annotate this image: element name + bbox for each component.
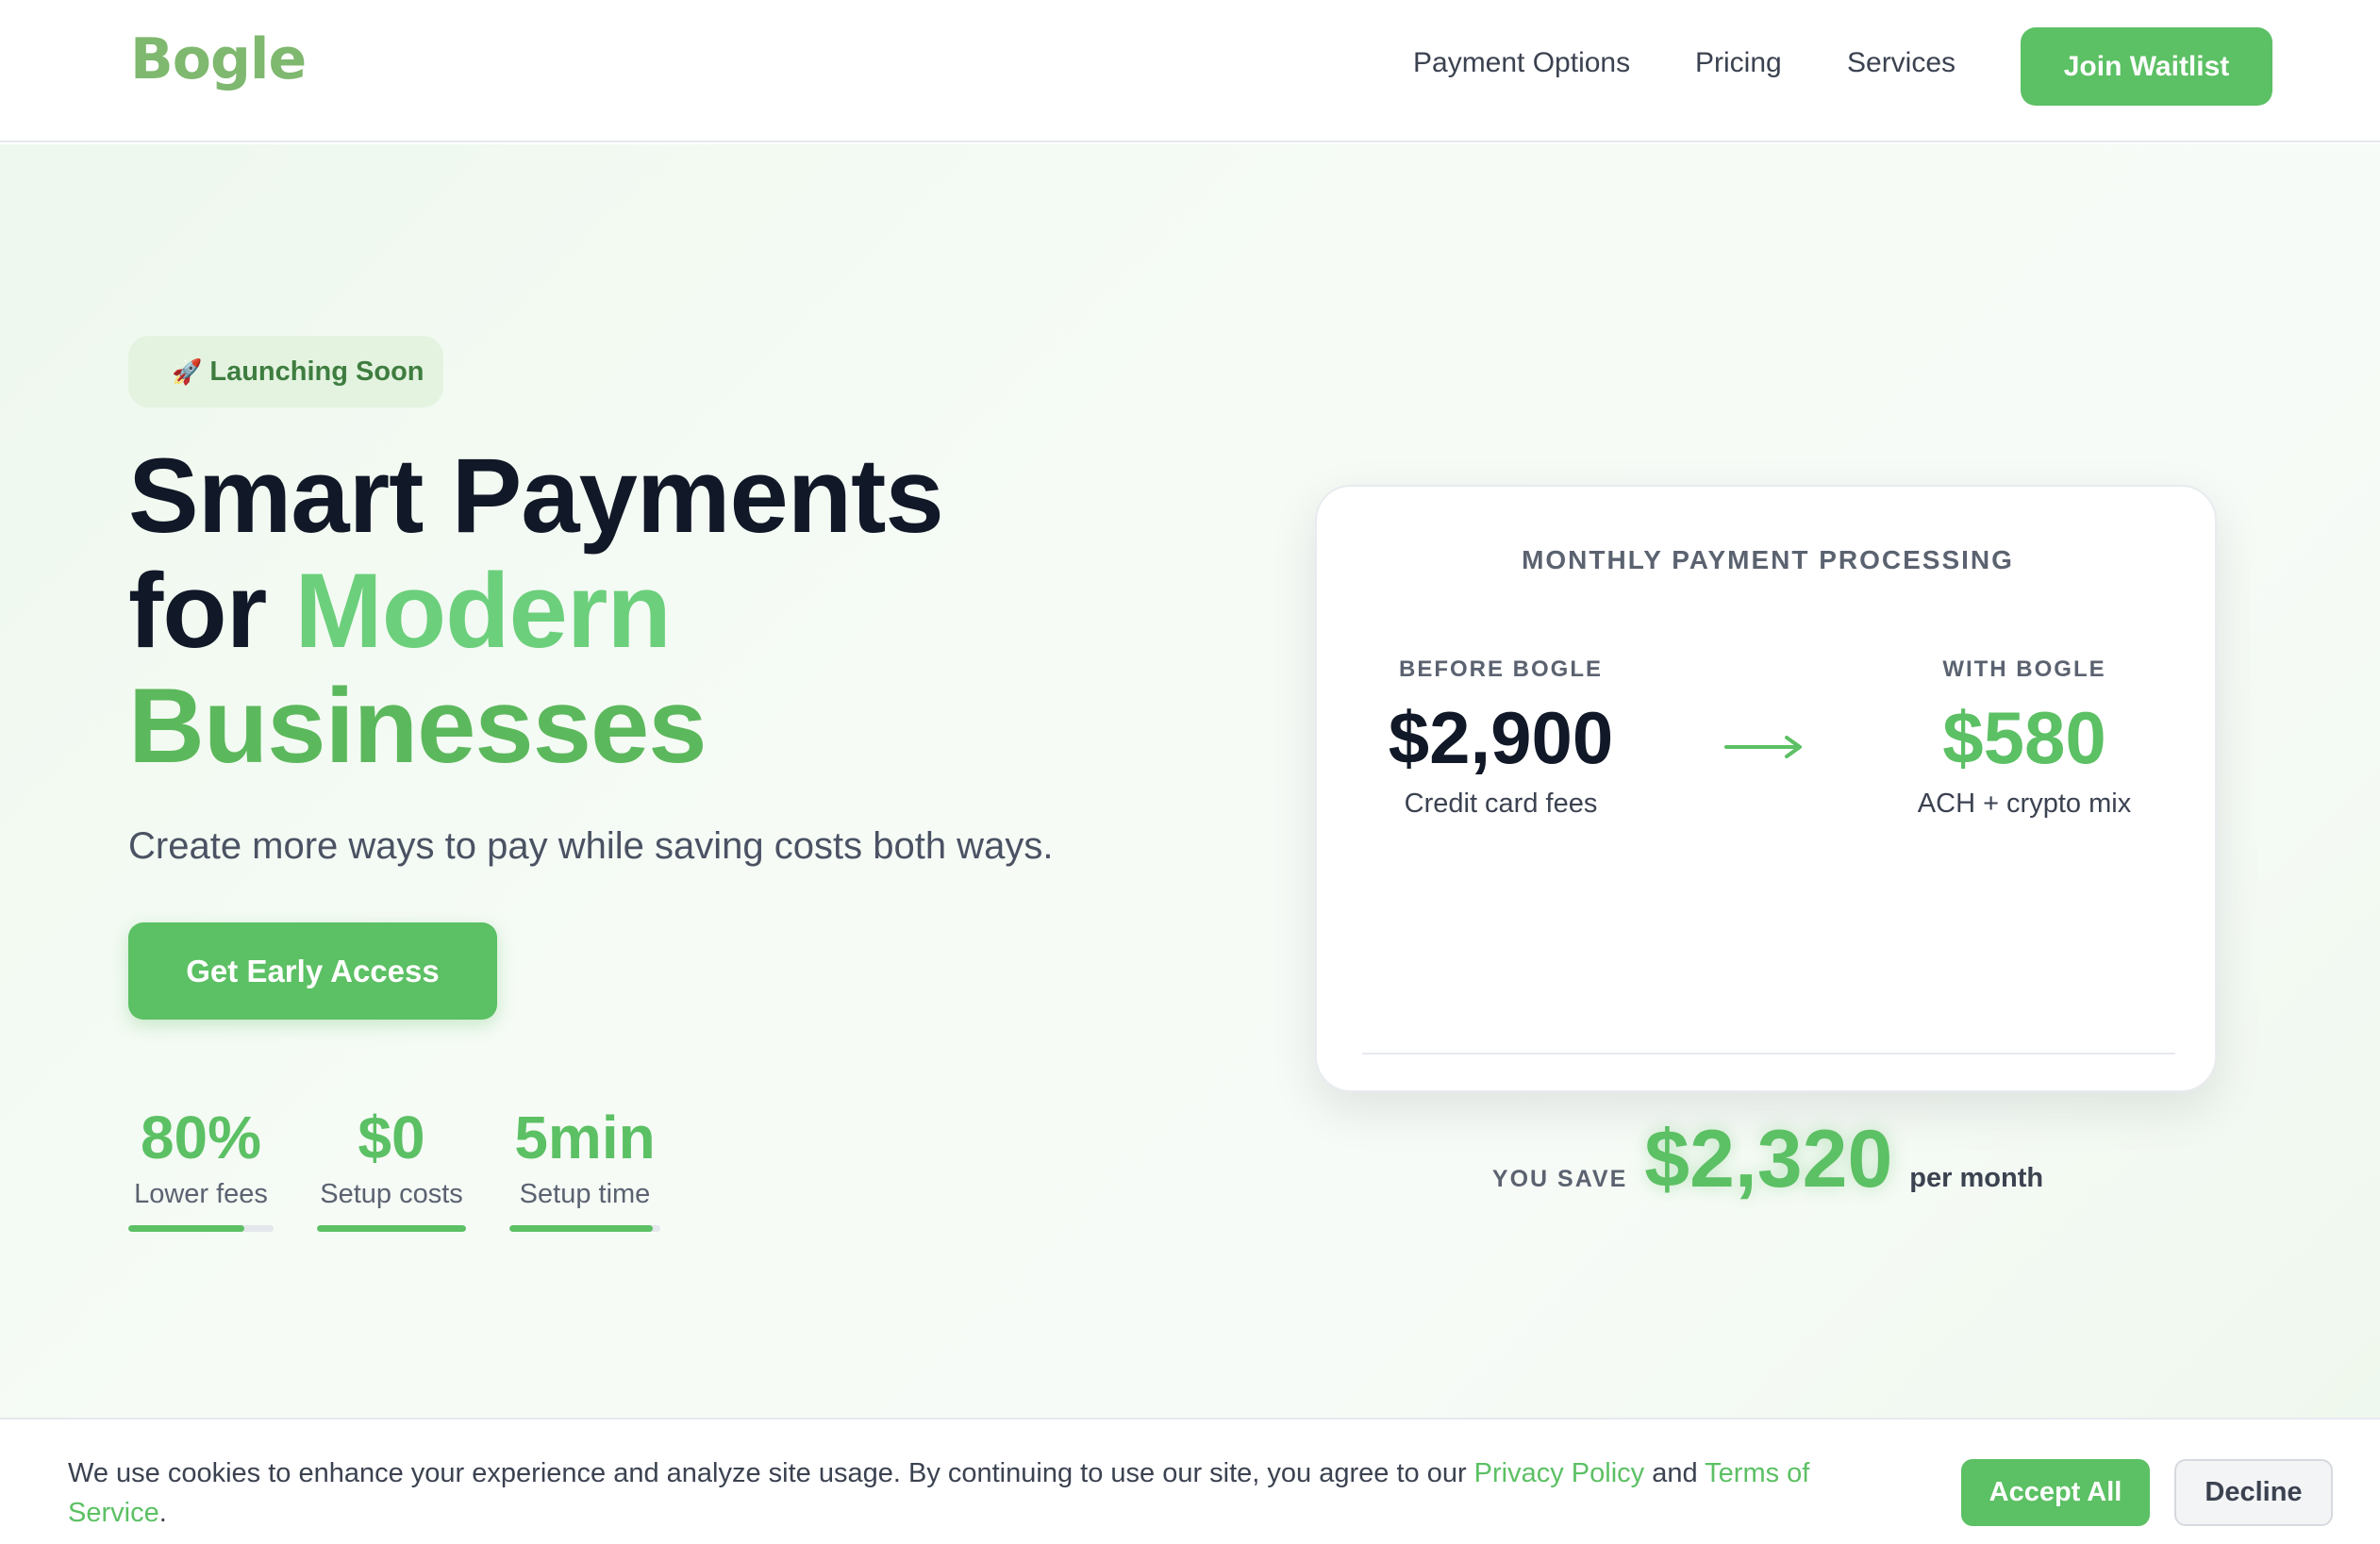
stat-label: Setup time bbox=[519, 1179, 651, 1209]
cookie-text-and: and bbox=[1644, 1458, 1706, 1488]
landing-page: Bogle Payment Options Pricing Services J… bbox=[0, 0, 2380, 1544]
rocket-icon: 🚀 bbox=[172, 357, 203, 386]
stat-lower-fees: 80% Lower fees bbox=[128, 1102, 274, 1232]
before-bogle-column: BEFORE BOGLE $2,900 Credit card fees bbox=[1364, 656, 1638, 820]
before-caption: BEFORE BOGLE bbox=[1398, 656, 1603, 682]
stat-progress-fill bbox=[317, 1225, 466, 1232]
stat-setup-costs: $0 Setup costs bbox=[317, 1102, 466, 1232]
nav-services[interactable]: Services bbox=[1847, 47, 1956, 79]
you-save-label: YOU SAVE bbox=[1491, 1166, 1628, 1192]
card-divider bbox=[1362, 1053, 2175, 1054]
headline-line1: Smart Payments bbox=[128, 437, 944, 555]
after-amount: $580 bbox=[1942, 696, 2106, 779]
headline-for: for bbox=[128, 552, 295, 670]
savings-amount: $2,320 bbox=[1644, 1114, 1893, 1204]
nav-payment-options[interactable]: Payment Options bbox=[1413, 47, 1630, 79]
stat-progress-bar bbox=[128, 1225, 274, 1232]
nav-pricing[interactable]: Pricing bbox=[1695, 47, 1782, 79]
site-header: Bogle Payment Options Pricing Services J… bbox=[0, 0, 2380, 142]
cookie-banner: We use cookies to enhance your experienc… bbox=[0, 1418, 2380, 1544]
hero-subline: Create more ways to pay while saving cos… bbox=[128, 825, 1054, 867]
after-description: ACH + crypto mix bbox=[1917, 789, 2132, 819]
with-bogle-column: WITH BOGLE $580 ACH + crypto mix bbox=[1883, 656, 2166, 820]
bogle-logo[interactable]: Bogle bbox=[130, 26, 307, 92]
stat-value: $0 bbox=[358, 1104, 425, 1171]
savings-card: MONTHLY PAYMENT PROCESSING BEFORE BOGLE … bbox=[1315, 485, 2217, 1204]
savings-row: YOU SAVE $2,320 per month bbox=[1317, 1113, 2219, 1206]
headline-modern: Modern bbox=[294, 552, 671, 670]
join-waitlist-button[interactable]: Join Waitlist bbox=[2021, 27, 2272, 106]
badge-label: Launching Soon bbox=[209, 356, 424, 387]
cookie-text-intro: We use cookies to enhance your experienc… bbox=[68, 1458, 1474, 1488]
after-caption: WITH BOGLE bbox=[1942, 656, 2106, 682]
stat-progress-fill bbox=[509, 1225, 653, 1232]
stat-value: 5min bbox=[514, 1104, 656, 1171]
privacy-policy-link[interactable]: Privacy Policy bbox=[1474, 1458, 1645, 1488]
accept-all-button[interactable]: Accept All bbox=[1961, 1459, 2150, 1526]
decline-button[interactable]: Decline bbox=[2174, 1459, 2333, 1526]
stat-progress-bar bbox=[509, 1225, 660, 1232]
before-amount: $2,900 bbox=[1388, 696, 1614, 779]
launching-soon-badge: 🚀 Launching Soon bbox=[128, 336, 443, 407]
stat-value: 80% bbox=[140, 1104, 262, 1171]
stat-progress-fill bbox=[128, 1225, 245, 1232]
headline-businesses: Businesses bbox=[128, 667, 707, 785]
cookie-message: We use cookies to enhance your experienc… bbox=[68, 1453, 1898, 1533]
arrow-right-icon bbox=[1724, 736, 1802, 758]
stat-setup-time: 5min Setup time bbox=[509, 1102, 660, 1232]
hero-headline: Smart Payments for Modern Businesses bbox=[128, 437, 944, 785]
stat-label: Lower fees bbox=[134, 1179, 268, 1209]
card-title: MONTHLY PAYMENT PROCESSING bbox=[1522, 545, 2014, 574]
per-month-label: per month bbox=[1909, 1163, 2044, 1193]
stat-label: Setup costs bbox=[320, 1179, 463, 1209]
hero-section: 🚀 Launching Soon Smart Payments for Mode… bbox=[0, 144, 2380, 1418]
get-early-access-button[interactable]: Get Early Access bbox=[128, 922, 497, 1020]
stat-progress-bar bbox=[317, 1225, 466, 1232]
before-description: Credit card fees bbox=[1404, 789, 1598, 819]
cookie-text-end: . bbox=[158, 1498, 167, 1528]
